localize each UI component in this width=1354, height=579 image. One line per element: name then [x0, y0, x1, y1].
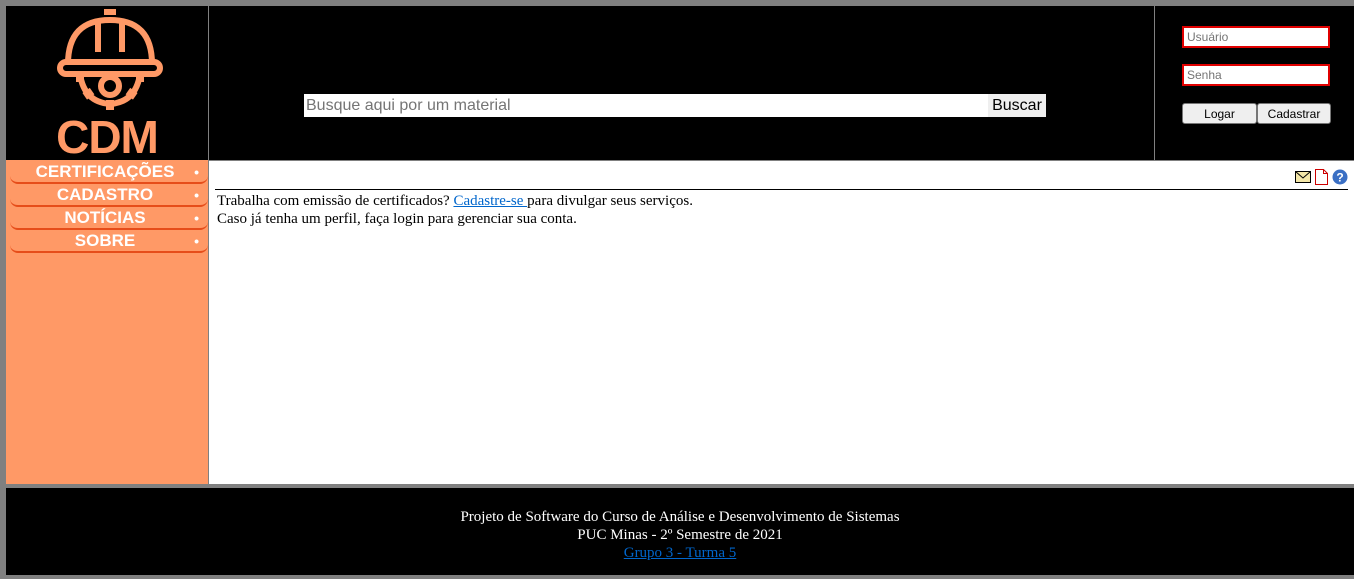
nav-item-certificacoes[interactable]: CERTIFICAÇÕES • [10, 162, 208, 184]
sidebar: CERTIFICAÇÕES • CADASTRO • NOTÍCIAS • SO… [6, 160, 208, 484]
nav-item-label: SOBRE [74, 231, 136, 250]
divider [215, 189, 1348, 190]
register-link[interactable]: Cadastre-se [453, 193, 527, 209]
login-panel: Logar Cadastrar [1154, 6, 1354, 160]
nav-item-label: CERTIFICAÇÕES [35, 162, 175, 181]
document-icon[interactable] [1315, 169, 1328, 185]
welcome-text: Trabalha com emissão de certificados? Ca… [217, 192, 693, 228]
mail-icon[interactable] [1295, 171, 1311, 183]
footer-group-link[interactable]: Grupo 3 - Turma 5 [624, 545, 737, 561]
nav-item-noticias[interactable]: NOTÍCIAS • [10, 208, 208, 230]
nav-item-sobre[interactable]: SOBRE • [10, 231, 208, 253]
welcome-line-2: Caso já tenha um perfil, faça login para… [217, 211, 577, 227]
search-input[interactable] [304, 94, 988, 117]
footer-line-1: Projeto de Software do Curso de Análise … [460, 509, 900, 525]
footer-line-2: PUC Minas - 2º Semestre de 2021 [577, 527, 783, 543]
logo-text: CDM [56, 111, 159, 163]
bullet-icon: • [194, 233, 199, 249]
nav-item-label: NOTÍCIAS [64, 208, 146, 227]
login-button[interactable]: Logar [1182, 103, 1257, 124]
help-icon[interactable]: ? [1332, 169, 1348, 185]
main-content: ? Trabalha com emissão de certificados? … [209, 161, 1354, 484]
search-bar: Buscar [304, 94, 1046, 117]
username-field[interactable] [1182, 26, 1330, 48]
nav-item-cadastro[interactable]: CADASTRO • [10, 185, 208, 207]
password-field[interactable] [1182, 64, 1330, 86]
bullet-icon: • [194, 164, 199, 180]
svg-text:?: ? [1336, 171, 1343, 185]
nav-item-label: CADASTRO [56, 185, 154, 204]
footer: Projeto de Software do Curso de Análise … [6, 488, 1354, 575]
welcome-line-1: Trabalha com emissão de certificados? Ca… [217, 193, 693, 209]
toolbar-icons: ? [1295, 169, 1348, 185]
bullet-icon: • [194, 187, 199, 203]
header: CDM Buscar Logar Cadastrar [6, 6, 1354, 163]
search-button[interactable]: Buscar [988, 94, 1046, 117]
register-button[interactable]: Cadastrar [1257, 103, 1331, 124]
logo[interactable]: CDM [6, 6, 209, 163]
bullet-icon: • [194, 210, 199, 226]
helmet-gear-icon [57, 9, 163, 110]
